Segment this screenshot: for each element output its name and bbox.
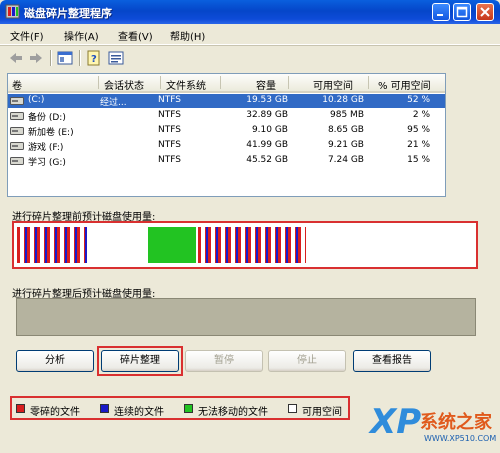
toolbar-separator	[79, 50, 81, 66]
fragmented-swatch	[16, 404, 25, 413]
help-icon[interactable]: ?	[86, 50, 102, 66]
cell-percent-free: 15 %	[407, 155, 430, 165]
header-percent-free[interactable]: % 可用空间	[378, 77, 431, 92]
cell-percent-free: 52 %	[407, 95, 430, 105]
cell-file-system: NTFS	[158, 110, 181, 120]
watermark-mark: XP	[370, 402, 422, 442]
fragmented-region-1	[17, 227, 87, 263]
cell-free-space: 10.28 GB	[322, 95, 364, 105]
unmovable-swatch	[184, 404, 193, 413]
minimize-button[interactable]	[432, 3, 450, 21]
console-tree-icon[interactable]	[57, 50, 73, 66]
watermark-logo: XP 系统之家 WWW.XP510.COM	[370, 402, 500, 453]
cell-session-status: 经过...	[100, 98, 127, 108]
header-file-system[interactable]: 文件系统	[166, 77, 206, 92]
legend: 零碎的文件 连续的文件 无法移动的文件 可用空间	[10, 396, 350, 420]
menu-bar: 文件(F) 操作(A) 查看(V) 帮助(H)	[0, 24, 500, 45]
view-report-button[interactable]: 查看报告	[353, 350, 431, 372]
maximize-button[interactable]	[453, 3, 471, 21]
hard-drive-icon	[10, 127, 24, 135]
defrag-window: 磁盘碎片整理程序 文件(F) 操作(A) 查看(V) 帮助(H) ? 卷 会话状…	[0, 0, 500, 453]
table-row[interactable]: 游戏 (F:) NTFS 41.99 GB 9.21 GB 21 %	[8, 139, 445, 153]
before-usage-map	[17, 227, 473, 263]
cell-capacity: 45.52 GB	[246, 155, 288, 165]
cell-volume: 游戏 (F:)	[28, 143, 64, 153]
cell-file-system: NTFS	[158, 125, 181, 135]
hard-drive-icon	[10, 157, 24, 165]
title-bar[interactable]: 磁盘碎片整理程序	[0, 0, 500, 24]
table-row[interactable]: 备份 (D:) NTFS 32.89 GB 985 MB 2 %	[8, 109, 445, 123]
cell-free-space: 8.65 GB	[327, 125, 364, 135]
close-button[interactable]	[476, 3, 494, 21]
cell-percent-free: 2 %	[412, 110, 430, 120]
cell-capacity: 19.53 GB	[246, 95, 288, 105]
properties-icon[interactable]	[108, 50, 124, 66]
contiguous-swatch	[100, 404, 109, 413]
legend-fragmented: 零碎的文件	[30, 407, 80, 418]
hard-drive-icon	[10, 112, 24, 120]
cell-percent-free: 95 %	[407, 125, 430, 135]
after-usage-map	[16, 298, 476, 336]
table-row[interactable]: (C:) 经过... NTFS 19.53 GB 10.28 GB 52 %	[8, 94, 445, 108]
cell-volume: 备份 (D:)	[28, 113, 66, 123]
cell-free-space: 7.24 GB	[327, 155, 364, 165]
cell-capacity: 9.10 GB	[251, 125, 288, 135]
hard-drive-icon	[10, 97, 24, 105]
maximize-icon	[456, 6, 468, 18]
fragmented-region-2	[198, 227, 306, 263]
close-icon	[480, 7, 490, 17]
cell-capacity: 32.89 GB	[246, 110, 288, 120]
menu-file[interactable]: 文件(F)	[10, 28, 44, 43]
minimize-icon	[437, 14, 443, 16]
cell-capacity: 41.99 GB	[246, 140, 288, 150]
volume-list-header: 卷 会话状态 文件系统 容量 可用空间 % 可用空间	[8, 74, 445, 93]
header-volume[interactable]: 卷	[12, 77, 22, 92]
cell-free-space: 9.21 GB	[327, 140, 364, 150]
defrag-app-icon	[5, 4, 20, 19]
cell-volume: (C:)	[28, 95, 45, 105]
menu-help[interactable]: 帮助(H)	[170, 28, 205, 43]
volume-list[interactable]: 卷 会话状态 文件系统 容量 可用空间 % 可用空间 (C:) 经过... NT…	[7, 73, 446, 197]
table-row[interactable]: 新加卷 (E:) NTFS 9.10 GB 8.65 GB 95 %	[8, 124, 445, 138]
cell-volume: 新加卷 (E:)	[28, 128, 74, 138]
header-capacity[interactable]: 容量	[256, 77, 276, 92]
menu-view[interactable]: 查看(V)	[118, 28, 153, 43]
analyze-button[interactable]: 分析	[16, 350, 94, 372]
legend-free-space: 可用空间	[302, 407, 342, 418]
cell-file-system: NTFS	[158, 140, 181, 150]
forward-arrow-icon[interactable]	[28, 50, 44, 66]
toolbar: ?	[0, 45, 500, 70]
usage-stripe	[305, 227, 306, 263]
header-free-space[interactable]: 可用空间	[313, 77, 353, 92]
watermark-url: WWW.XP510.COM	[424, 434, 497, 443]
free-space-swatch	[288, 404, 297, 413]
legend-unmovable: 无法移动的文件	[198, 407, 268, 418]
pause-button[interactable]: 暂停	[185, 350, 263, 372]
stop-button[interactable]: 停止	[268, 350, 346, 372]
table-row[interactable]: 学习 (G:) NTFS 45.52 GB 7.24 GB 15 %	[8, 154, 445, 168]
usage-stripe	[85, 227, 87, 263]
defrag-button[interactable]: 碎片整理	[101, 350, 179, 372]
legend-contiguous: 连续的文件	[114, 407, 164, 418]
cell-free-space: 985 MB	[330, 110, 364, 120]
toolbar-separator	[50, 50, 52, 66]
back-arrow-icon[interactable]	[8, 50, 24, 66]
watermark-name: 系统之家	[420, 412, 492, 433]
cell-percent-free: 21 %	[407, 140, 430, 150]
window-title: 磁盘碎片整理程序	[24, 7, 112, 20]
cell-volume: 学习 (G:)	[28, 158, 66, 168]
menu-action[interactable]: 操作(A)	[64, 28, 99, 43]
cell-file-system: NTFS	[158, 95, 181, 105]
cell-file-system: NTFS	[158, 155, 181, 165]
header-session-status[interactable]: 会话状态	[104, 77, 144, 92]
before-usage-map-highlight	[12, 221, 478, 269]
unmovable-region	[148, 227, 196, 263]
svg-text:?: ?	[91, 54, 97, 65]
hard-drive-icon	[10, 142, 24, 150]
